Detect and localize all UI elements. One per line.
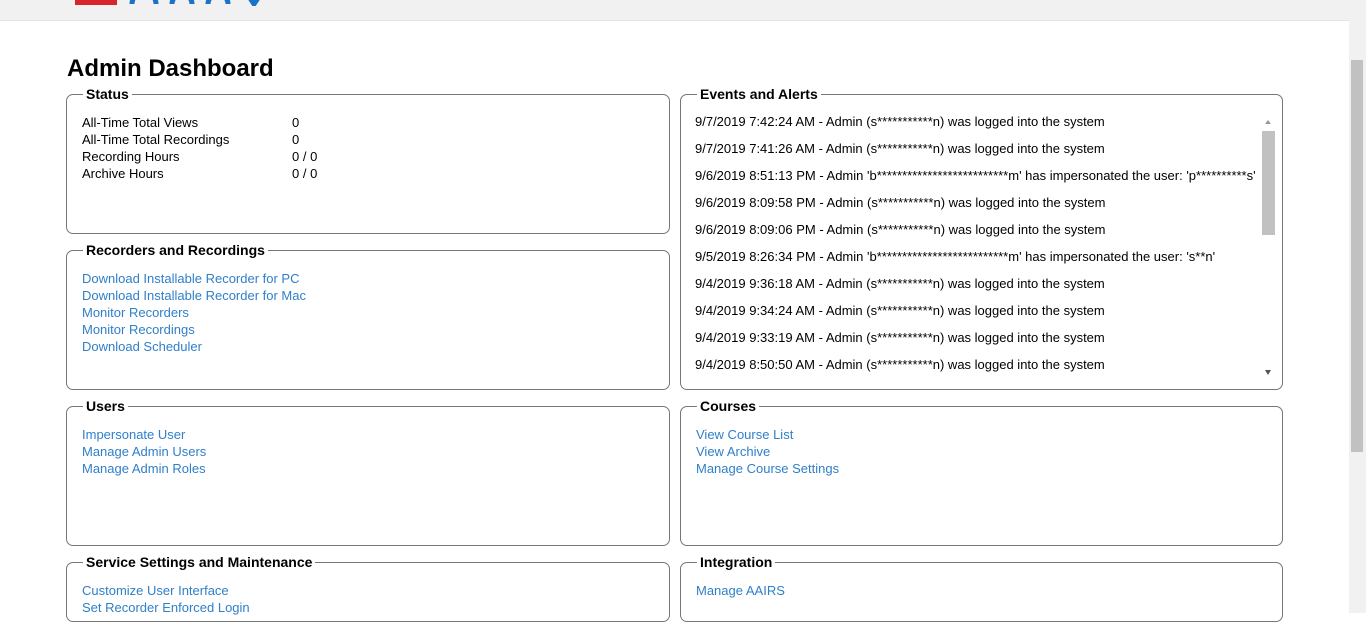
courses-legend: Courses — [697, 398, 760, 414]
status-value: 0 / 0 — [292, 149, 318, 164]
impersonate-user-link[interactable]: Impersonate User — [82, 426, 659, 443]
status-label: All-Time Total Views — [82, 115, 199, 130]
status-value: 0 — [292, 115, 300, 130]
status-legend: Status — [83, 86, 132, 102]
integration-panel: Integration Manage AAIRS — [680, 554, 1283, 622]
event-item: 9/4/2019 9:34:24 AM - Admin (s**********… — [695, 303, 1105, 318]
service-legend: Service Settings and Maintenance — [83, 554, 316, 570]
monitor-recorders-link[interactable]: Monitor Recorders — [82, 304, 659, 321]
users-panel: Users Impersonate User Manage Admin User… — [66, 398, 670, 546]
status-label: All-Time Total Recordings — [82, 132, 230, 147]
recorders-panel: Recorders and Recordings Download Instal… — [66, 242, 670, 390]
event-item: 9/6/2019 8:09:58 PM - Admin (s**********… — [695, 195, 1106, 210]
download-pc-recorder-link[interactable]: Download Installable Recorder for PC — [82, 270, 659, 287]
courses-panel: Courses View Course List View Archive Ma… — [680, 398, 1283, 546]
customize-user-interface-link[interactable]: Customize User Interface — [82, 582, 659, 599]
page-scrollbar[interactable] — [1349, 0, 1366, 613]
event-item: 9/4/2019 9:36:18 AM - Admin (s**********… — [695, 276, 1105, 291]
users-legend: Users — [83, 398, 128, 414]
status-row: All-Time Total Recordings 0 — [82, 131, 659, 148]
manage-course-settings-link[interactable]: Manage Course Settings — [696, 460, 1272, 477]
event-item: 9/6/2019 8:09:06 PM - Admin (s**********… — [695, 222, 1106, 237]
status-row: Recording Hours 0 / 0 — [82, 148, 659, 165]
set-recorder-enforced-login-link[interactable]: Set Recorder Enforced Login — [82, 599, 659, 616]
status-label: Recording Hours — [82, 149, 180, 164]
events-list[interactable]: 9/7/2019 7:42:24 AM - Admin (s**********… — [695, 112, 1261, 380]
logo-icon[interactable] — [128, 0, 278, 6]
event-item: 9/4/2019 8:50:50 AM - Admin (s**********… — [695, 357, 1105, 372]
view-course-list-link[interactable]: View Course List — [696, 426, 1272, 443]
status-list: All-Time Total Views 0 All-Time Total Re… — [82, 114, 659, 182]
integration-legend: Integration — [697, 554, 776, 570]
page-scroll-thumb[interactable] — [1351, 60, 1363, 452]
scroll-down-arrow-icon[interactable] — [1265, 370, 1271, 375]
service-panel: Service Settings and Maintenance Customi… — [66, 554, 670, 622]
status-row: All-Time Total Views 0 — [82, 114, 659, 131]
event-item: 9/4/2019 9:33:19 AM - Admin (s**********… — [695, 330, 1105, 345]
event-item: 9/6/2019 8:51:13 PM - Admin 'b**********… — [695, 168, 1256, 183]
event-item: 9/7/2019 7:41:26 AM - Admin (s**********… — [695, 141, 1105, 156]
events-scroll-thumb[interactable] — [1262, 131, 1275, 235]
events-scrollbar[interactable] — [1261, 114, 1275, 379]
manage-admin-roles-link[interactable]: Manage Admin Roles — [82, 460, 659, 477]
monitor-recordings-link[interactable]: Monitor Recordings — [82, 321, 659, 338]
top-header — [0, 0, 1349, 21]
status-panel: Status All-Time Total Views 0 All-Time T… — [66, 86, 670, 234]
event-item: 9/5/2019 8:26:34 PM - Admin 'b**********… — [695, 249, 1216, 264]
status-value: 0 — [292, 132, 300, 147]
download-scheduler-link[interactable]: Download Scheduler — [82, 338, 659, 355]
view-archive-link[interactable]: View Archive — [696, 443, 1272, 460]
manage-aairs-link[interactable]: Manage AAIRS — [696, 582, 1272, 599]
status-label: Archive Hours — [82, 166, 164, 181]
page-title: Admin Dashboard — [67, 55, 274, 82]
manage-admin-users-link[interactable]: Manage Admin Users — [82, 443, 659, 460]
download-mac-recorder-link[interactable]: Download Installable Recorder for Mac — [82, 287, 659, 304]
status-row: Archive Hours 0 / 0 — [82, 165, 659, 182]
recorders-legend: Recorders and Recordings — [83, 242, 268, 258]
status-value: 0 / 0 — [292, 166, 318, 181]
event-item: 9/7/2019 7:42:24 AM - Admin (s**********… — [695, 114, 1105, 129]
events-legend: Events and Alerts — [697, 86, 821, 102]
scroll-up-arrow-icon[interactable] — [1265, 120, 1271, 124]
events-panel: Events and Alerts 9/7/2019 7:42:24 AM - … — [680, 86, 1283, 390]
logo-badge — [75, 0, 117, 5]
